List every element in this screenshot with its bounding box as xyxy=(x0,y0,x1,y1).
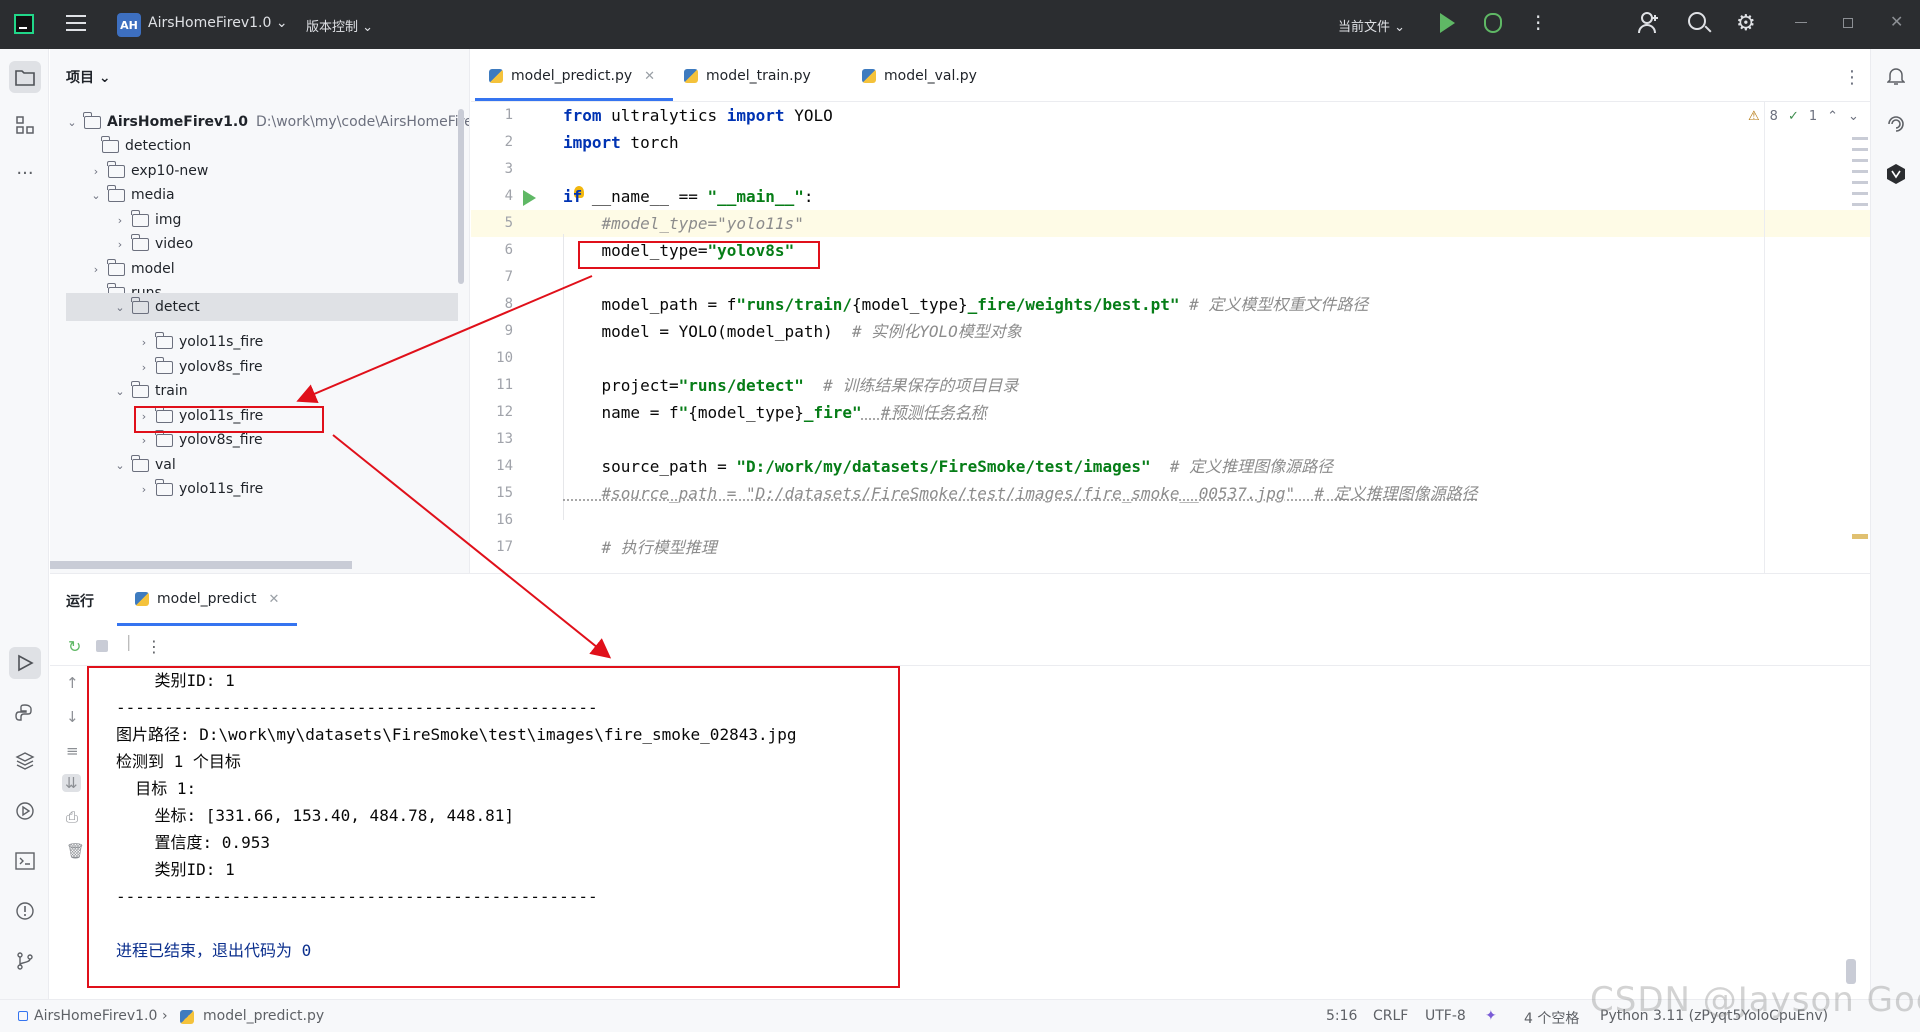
annotation-arrow-to-console xyxy=(332,434,612,659)
annotation-arrow-to-tree xyxy=(296,275,593,403)
annotation-arrows xyxy=(296,275,612,659)
